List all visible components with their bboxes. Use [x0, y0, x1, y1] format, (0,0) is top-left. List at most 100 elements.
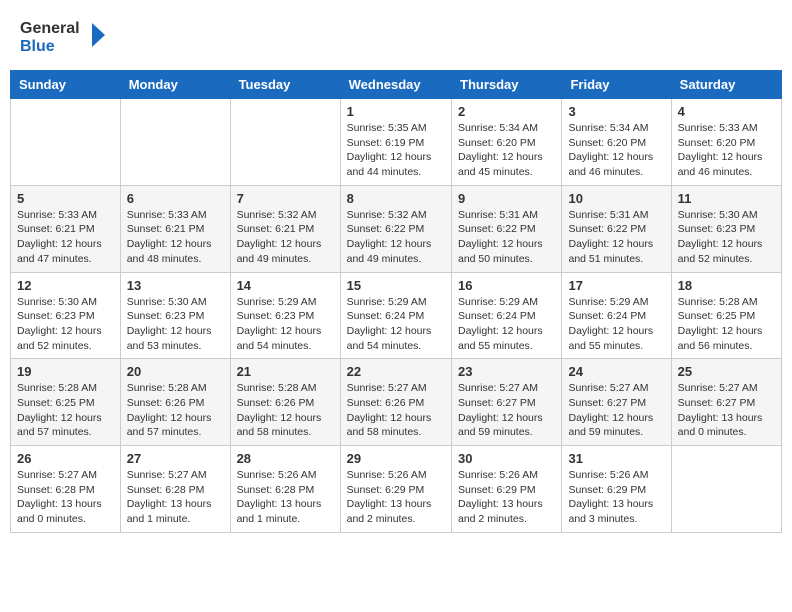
weekday-header-sunday: Sunday [11, 71, 121, 99]
weekday-header-wednesday: Wednesday [340, 71, 451, 99]
day-info: Sunrise: 5:27 AMSunset: 6:28 PMDaylight:… [17, 468, 114, 527]
day-info: Sunrise: 5:26 AMSunset: 6:29 PMDaylight:… [347, 468, 445, 527]
day-info: Sunrise: 5:28 AMSunset: 6:26 PMDaylight:… [237, 381, 334, 440]
calendar-cell: 6 Sunrise: 5:33 AMSunset: 6:21 PMDaylight… [120, 185, 230, 272]
day-number: 22 [347, 364, 445, 379]
day-number: 27 [127, 451, 224, 466]
day-number: 26 [17, 451, 114, 466]
day-number: 24 [568, 364, 664, 379]
day-info: Sunrise: 5:33 AMSunset: 6:21 PMDaylight:… [17, 208, 114, 267]
calendar-cell: 14 Sunrise: 5:29 AMSunset: 6:23 PMDayligh… [230, 272, 340, 359]
weekday-header-friday: Friday [562, 71, 671, 99]
day-info: Sunrise: 5:30 AMSunset: 6:23 PMDaylight:… [678, 208, 775, 267]
day-number: 12 [17, 278, 114, 293]
day-number: 3 [568, 104, 664, 119]
day-info: Sunrise: 5:29 AMSunset: 6:23 PMDaylight:… [237, 295, 334, 354]
day-info: Sunrise: 5:27 AMSunset: 6:27 PMDaylight:… [568, 381, 664, 440]
day-number: 28 [237, 451, 334, 466]
calendar-week-row: 5 Sunrise: 5:33 AMSunset: 6:21 PMDaylight… [11, 185, 782, 272]
day-number: 5 [17, 191, 114, 206]
day-info: Sunrise: 5:34 AMSunset: 6:20 PMDaylight:… [568, 121, 664, 180]
calendar-cell [11, 99, 121, 186]
calendar-cell: 29 Sunrise: 5:26 AMSunset: 6:29 PMDayligh… [340, 446, 451, 533]
calendar-week-row: 12 Sunrise: 5:30 AMSunset: 6:23 PMDayligh… [11, 272, 782, 359]
calendar-cell: 3 Sunrise: 5:34 AMSunset: 6:20 PMDaylight… [562, 99, 671, 186]
calendar-cell: 27 Sunrise: 5:27 AMSunset: 6:28 PMDayligh… [120, 446, 230, 533]
day-number: 16 [458, 278, 555, 293]
day-number: 2 [458, 104, 555, 119]
day-number: 23 [458, 364, 555, 379]
day-info: Sunrise: 5:27 AMSunset: 6:27 PMDaylight:… [678, 381, 775, 440]
calendar-cell: 8 Sunrise: 5:32 AMSunset: 6:22 PMDaylight… [340, 185, 451, 272]
day-number: 17 [568, 278, 664, 293]
day-number: 1 [347, 104, 445, 119]
calendar-cell: 16 Sunrise: 5:29 AMSunset: 6:24 PMDayligh… [452, 272, 562, 359]
day-number: 4 [678, 104, 775, 119]
calendar-table: SundayMondayTuesdayWednesdayThursdayFrid… [10, 70, 782, 533]
weekday-header-row: SundayMondayTuesdayWednesdayThursdayFrid… [11, 71, 782, 99]
calendar-cell: 25 Sunrise: 5:27 AMSunset: 6:27 PMDayligh… [671, 359, 781, 446]
calendar-cell: 28 Sunrise: 5:26 AMSunset: 6:28 PMDayligh… [230, 446, 340, 533]
calendar-cell: 24 Sunrise: 5:27 AMSunset: 6:27 PMDayligh… [562, 359, 671, 446]
calendar-cell: 30 Sunrise: 5:26 AMSunset: 6:29 PMDayligh… [452, 446, 562, 533]
day-number: 19 [17, 364, 114, 379]
calendar-cell [671, 446, 781, 533]
day-number: 29 [347, 451, 445, 466]
day-info: Sunrise: 5:29 AMSunset: 6:24 PMDaylight:… [347, 295, 445, 354]
svg-text:General: General [20, 20, 80, 37]
page-header: GeneralBlue [10, 10, 782, 60]
day-info: Sunrise: 5:33 AMSunset: 6:20 PMDaylight:… [678, 121, 775, 180]
calendar-cell: 1Sunrise: 5:35 AMSunset: 6:19 PMDaylight… [340, 99, 451, 186]
logo: GeneralBlue [20, 15, 110, 55]
calendar-cell: 26 Sunrise: 5:27 AMSunset: 6:28 PMDayligh… [11, 446, 121, 533]
day-info: Sunrise: 5:26 AMSunset: 6:29 PMDaylight:… [458, 468, 555, 527]
calendar-cell: 9 Sunrise: 5:31 AMSunset: 6:22 PMDaylight… [452, 185, 562, 272]
calendar-week-row: 19Sunrise: 5:28 AMSunset: 6:25 PMDayligh… [11, 359, 782, 446]
svg-text:Blue: Blue [20, 38, 55, 55]
day-number: 30 [458, 451, 555, 466]
calendar-cell [120, 99, 230, 186]
weekday-header-monday: Monday [120, 71, 230, 99]
calendar-cell: 10 Sunrise: 5:31 AMSunset: 6:22 PMDayligh… [562, 185, 671, 272]
day-info: Sunrise: 5:33 AMSunset: 6:21 PMDaylight:… [127, 208, 224, 267]
day-info: Sunrise: 5:32 AMSunset: 6:21 PMDaylight:… [237, 208, 334, 267]
calendar-cell: 5 Sunrise: 5:33 AMSunset: 6:21 PMDaylight… [11, 185, 121, 272]
day-info: Sunrise: 5:27 AMSunset: 6:26 PMDaylight:… [347, 381, 445, 440]
day-number: 9 [458, 191, 555, 206]
day-info: Sunrise: 5:32 AMSunset: 6:22 PMDaylight:… [347, 208, 445, 267]
day-info: Sunrise: 5:30 AMSunset: 6:23 PMDaylight:… [17, 295, 114, 354]
day-info: Sunrise: 5:26 AMSunset: 6:28 PMDaylight:… [237, 468, 334, 527]
day-number: 13 [127, 278, 224, 293]
calendar-cell: 11 Sunrise: 5:30 AMSunset: 6:23 PMDayligh… [671, 185, 781, 272]
calendar-cell: 13 Sunrise: 5:30 AMSunset: 6:23 PMDayligh… [120, 272, 230, 359]
calendar-cell: 7Sunrise: 5:32 AMSunset: 6:21 PMDaylight… [230, 185, 340, 272]
day-number: 25 [678, 364, 775, 379]
day-info: Sunrise: 5:31 AMSunset: 6:22 PMDaylight:… [458, 208, 555, 267]
day-number: 20 [127, 364, 224, 379]
calendar-cell: 4 Sunrise: 5:33 AMSunset: 6:20 PMDaylight… [671, 99, 781, 186]
day-info: Sunrise: 5:29 AMSunset: 6:24 PMDaylight:… [458, 295, 555, 354]
day-info: Sunrise: 5:27 AMSunset: 6:27 PMDaylight:… [458, 381, 555, 440]
calendar-cell [230, 99, 340, 186]
day-number: 8 [347, 191, 445, 206]
calendar-cell: 21 Sunrise: 5:28 AMSunset: 6:26 PMDayligh… [230, 359, 340, 446]
calendar-cell: 17 Sunrise: 5:29 AMSunset: 6:24 PMDayligh… [562, 272, 671, 359]
day-number: 10 [568, 191, 664, 206]
day-info: Sunrise: 5:26 AMSunset: 6:29 PMDaylight:… [568, 468, 664, 527]
day-number: 21 [237, 364, 334, 379]
day-number: 11 [678, 191, 775, 206]
day-number: 6 [127, 191, 224, 206]
calendar-cell: 12 Sunrise: 5:30 AMSunset: 6:23 PMDayligh… [11, 272, 121, 359]
day-info: Sunrise: 5:31 AMSunset: 6:22 PMDaylight:… [568, 208, 664, 267]
weekday-header-tuesday: Tuesday [230, 71, 340, 99]
calendar-week-row: 1Sunrise: 5:35 AMSunset: 6:19 PMDaylight… [11, 99, 782, 186]
weekday-header-saturday: Saturday [671, 71, 781, 99]
day-number: 14 [237, 278, 334, 293]
day-info: Sunrise: 5:30 AMSunset: 6:23 PMDaylight:… [127, 295, 224, 354]
day-number: 31 [568, 451, 664, 466]
day-info: Sunrise: 5:28 AMSunset: 6:26 PMDaylight:… [127, 381, 224, 440]
day-info: Sunrise: 5:29 AMSunset: 6:24 PMDaylight:… [568, 295, 664, 354]
day-info: Sunrise: 5:27 AMSunset: 6:28 PMDaylight:… [127, 468, 224, 527]
day-info: Sunrise: 5:34 AMSunset: 6:20 PMDaylight:… [458, 121, 555, 180]
calendar-cell: 2 Sunrise: 5:34 AMSunset: 6:20 PMDaylight… [452, 99, 562, 186]
